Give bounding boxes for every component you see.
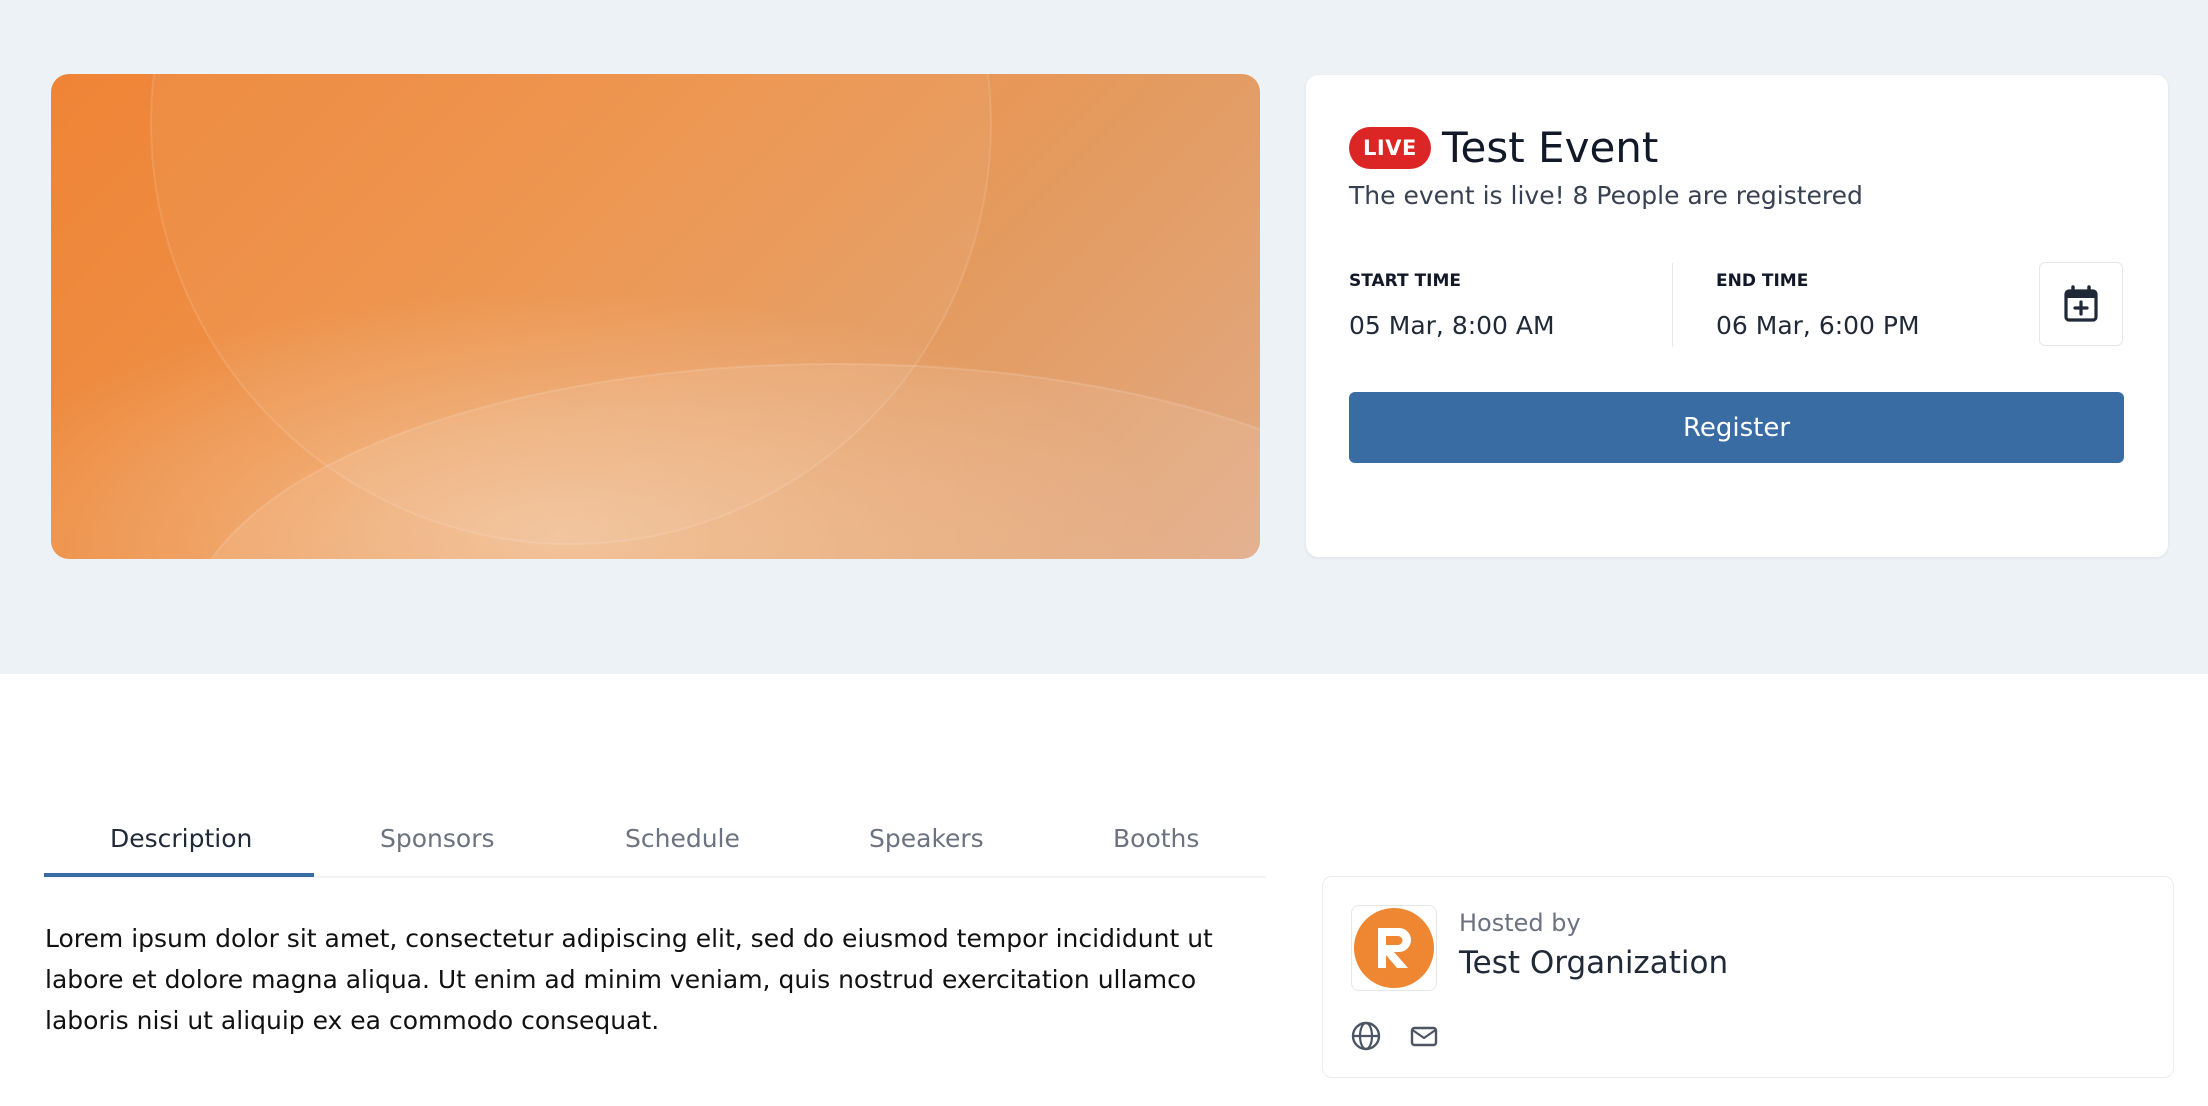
time-divider [1672, 263, 1673, 347]
event-info-card: LIVE Test Event The event is live! 8 Peo… [1306, 75, 2168, 557]
host-name: Test Organization [1459, 945, 1729, 981]
active-tab-indicator [44, 873, 314, 877]
event-banner-image [51, 74, 1260, 559]
event-status-text: The event is live! 8 People are register… [1349, 181, 1863, 210]
event-tabs: Description Sponsors Schedule Speakers B… [44, 800, 1266, 878]
live-badge: LIVE [1349, 127, 1431, 169]
end-time-value: 06 Mar, 6:00 PM [1716, 311, 1920, 340]
start-time-value: 05 Mar, 8:00 AM [1349, 311, 1555, 340]
end-time-label: END TIME [1716, 271, 1809, 291]
event-title: Test Event [1442, 123, 1659, 172]
hosted-by-label: Hosted by [1459, 909, 1581, 937]
start-time-label: START TIME [1349, 271, 1461, 291]
hero-section: LIVE Test Event The event is live! 8 Peo… [0, 0, 2208, 674]
add-to-calendar-button[interactable] [2039, 262, 2123, 346]
host-card: Hosted by Test Organization [1322, 876, 2174, 1078]
calendar-plus-icon [2064, 285, 2098, 322]
event-description: Lorem ipsum dolor sit amet, consectetur … [45, 924, 1213, 1035]
tab-booths[interactable]: Booths [1113, 800, 1199, 876]
tab-sponsors[interactable]: Sponsors [380, 800, 495, 876]
tab-schedule[interactable]: Schedule [625, 800, 740, 876]
register-button[interactable]: Register [1349, 392, 2124, 463]
globe-icon[interactable] [1349, 1019, 1383, 1053]
organization-logo-icon [1354, 908, 1434, 988]
tab-description[interactable]: Description [110, 800, 252, 876]
banner-decoration [51, 74, 1260, 559]
mail-icon[interactable] [1407, 1019, 1441, 1053]
tab-speakers[interactable]: Speakers [869, 800, 984, 876]
organization-logo [1351, 905, 1437, 991]
